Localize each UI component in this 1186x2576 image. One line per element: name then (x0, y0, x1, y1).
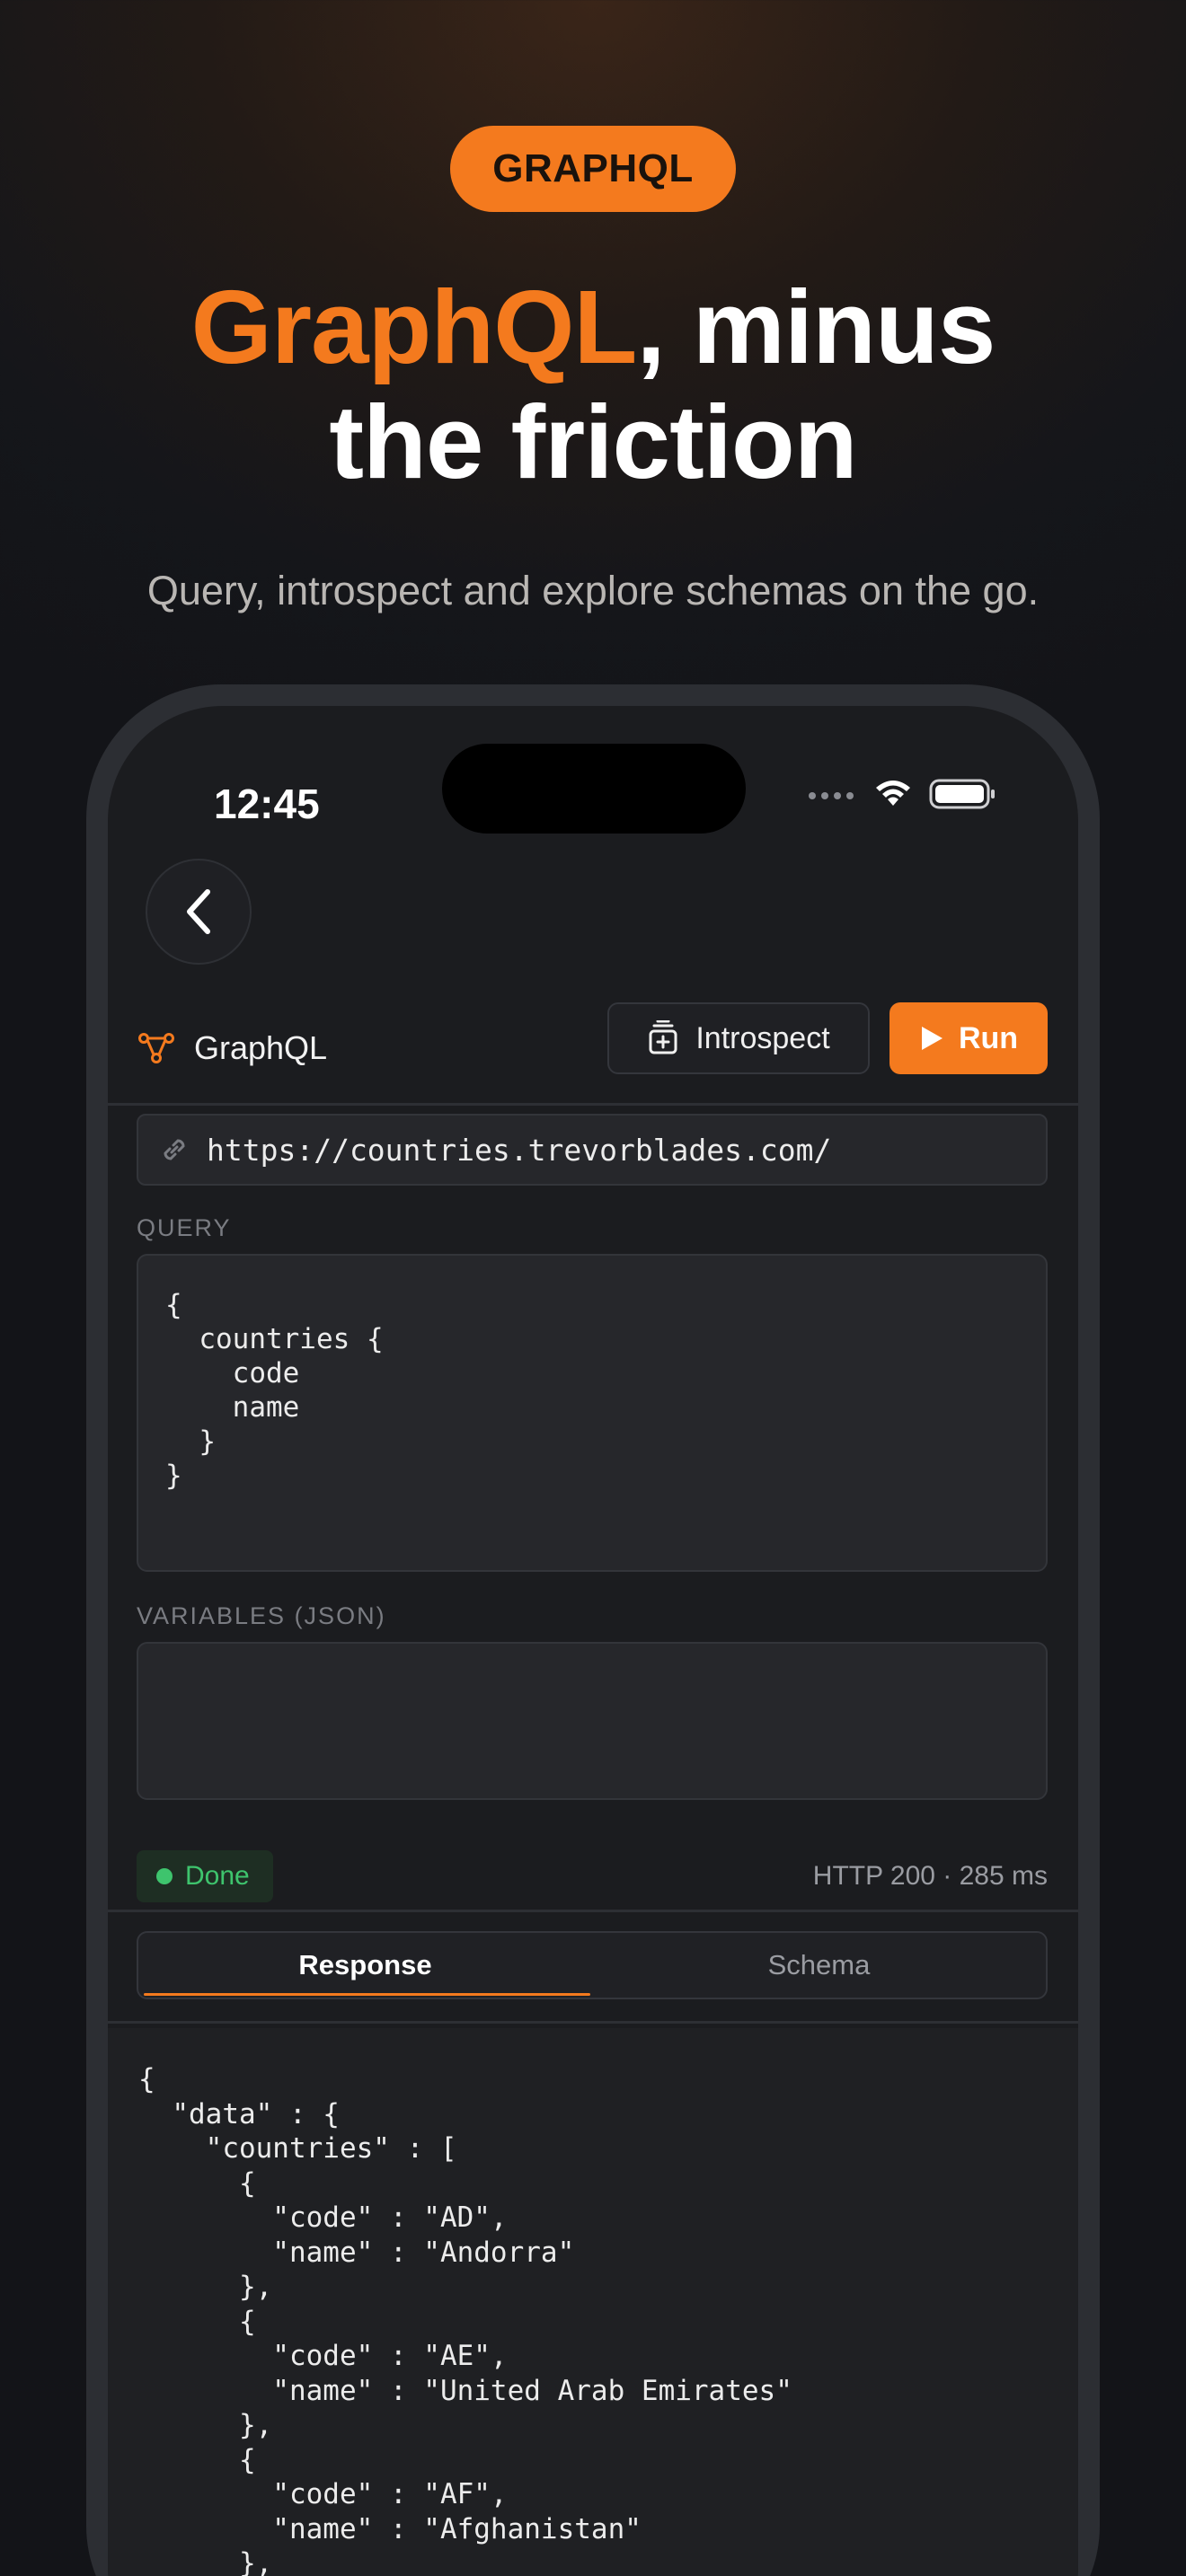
status-dot (156, 1868, 173, 1884)
chevron-left-icon (187, 889, 210, 934)
variables-editor[interactable] (137, 1642, 1048, 1800)
run-button[interactable]: Run (890, 1002, 1048, 1074)
query-editor[interactable]: { countries { code name } } (137, 1254, 1048, 1572)
headline-rest: , minus (636, 269, 996, 385)
http-meta: HTTP 200 · 285 ms (812, 1861, 1048, 1891)
tab-schema-label: Schema (767, 1949, 871, 1981)
status-text: Done (185, 1861, 250, 1891)
tab-response[interactable]: Response (138, 1933, 592, 1998)
introspect-button[interactable]: Introspect (607, 1002, 870, 1074)
response-viewer[interactable]: { "data" : { "countries" : [ { "code" : … (108, 2028, 1078, 2576)
toolbar-divider (108, 1103, 1078, 1106)
phone-frame: 12:45 GraphQL Introspect Run https://cou… (86, 684, 1100, 2576)
variables-label: VARIABLES (JSON) (137, 1602, 386, 1629)
endpoint-url-field[interactable]: https://countries.trevorblades.com/ (137, 1114, 1048, 1186)
status-icons (807, 778, 996, 810)
query-label: QUERY (137, 1214, 232, 1241)
introspect-label: Introspect (695, 1020, 830, 1055)
endpoint-url: https://countries.trevorblades.com/ (207, 1132, 832, 1168)
graphql-logo-icon (138, 1033, 174, 1063)
signal-icon (809, 792, 854, 799)
tab-schema[interactable]: Schema (592, 1933, 1046, 1998)
wifi-icon (876, 781, 910, 806)
toolbar: GraphQL Introspect Run (108, 1002, 1078, 1092)
result-divider (108, 1910, 1078, 1912)
tab-response-label: Response (298, 1949, 432, 1981)
hero-badge: GRAPHQL (450, 126, 736, 212)
toolbar-title: GraphQL (194, 1029, 328, 1066)
result-tabs: Response Schema (137, 1931, 1048, 1999)
status-time: 12:45 (214, 781, 320, 827)
status-badge: Done (137, 1850, 273, 1902)
variables-text (138, 1644, 1046, 1708)
introspect-icon (649, 1020, 677, 1054)
tabs-divider (108, 2021, 1078, 2024)
headline-line2: the friction (329, 384, 857, 500)
link-icon (164, 1139, 185, 1160)
query-text: { countries { code name } } (165, 1289, 384, 1492)
tab-selected-indicator (144, 1993, 590, 1996)
headline-accent: GraphQL (190, 269, 638, 385)
hero-subhead: Query, introspect and explore schemas on… (146, 568, 1040, 613)
dynamic-island (442, 744, 746, 834)
play-icon (921, 1027, 943, 1050)
hero-headline: GraphQL, minus the friction (0, 269, 1186, 499)
response-text: { "data" : { "countries" : [ { "code" : … (138, 2063, 792, 2576)
back-button[interactable] (146, 859, 252, 965)
battery-icon (929, 779, 995, 809)
phone-screen: 12:45 GraphQL Introspect Run https://cou… (108, 706, 1078, 2576)
run-label: Run (958, 1020, 1019, 1055)
